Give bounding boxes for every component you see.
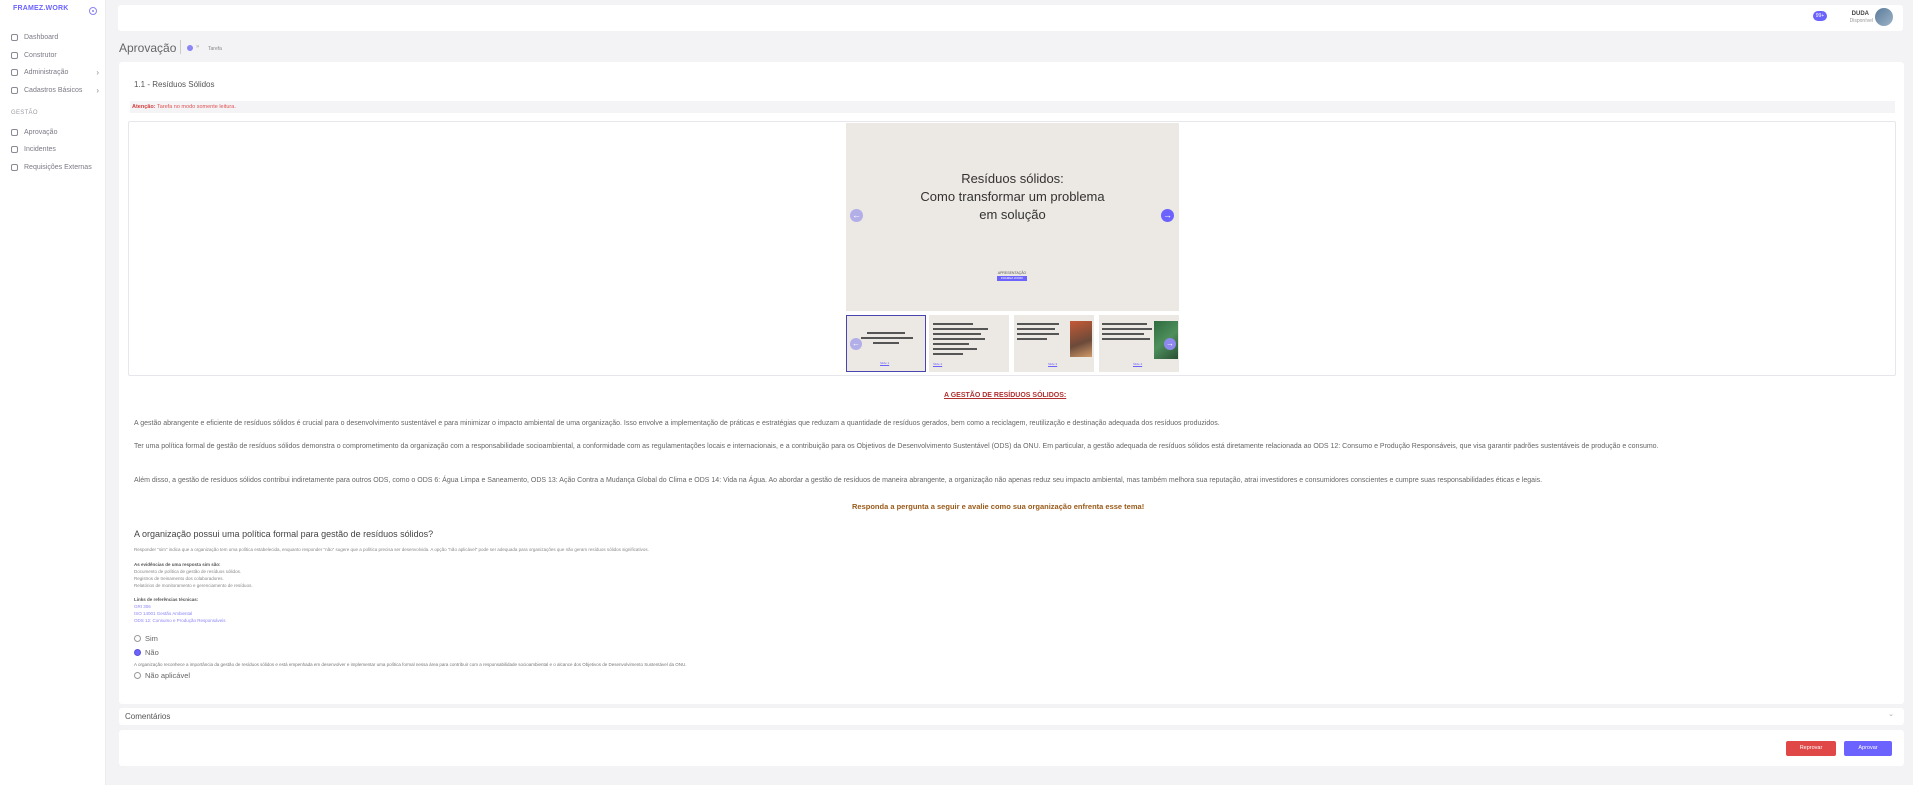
thumbnails-next-button[interactable]: → <box>1164 338 1176 350</box>
reference-link[interactable]: ODS 12: Consumo e Produção Responsáveis <box>134 618 226 623</box>
thumbnails-previous-button[interactable]: ← <box>850 338 862 350</box>
references-heading: Links de referências técnicas: <box>134 597 199 602</box>
slide-title-line: Resíduos sólidos: <box>961 171 1064 186</box>
thumbnail-label: Slide 3 <box>1048 362 1058 366</box>
slide-title-line: Como transformar um problema <box>920 189 1105 204</box>
radio-icon <box>134 635 141 642</box>
option-label: Não aplicável <box>145 671 191 680</box>
user-name[interactable]: DUDA <box>1852 11 1869 17</box>
sidebar-item-incidentes[interactable]: Incidentes <box>11 143 99 155</box>
approve-button[interactable]: Aprovar <box>1844 741 1892 756</box>
slide-logo-top: APRESENTAÇÃO <box>997 271 1027 275</box>
option-nao[interactable]: Não <box>134 648 159 657</box>
top-bar: 99+ DUDA Disponível <box>118 5 1903 31</box>
user-status: Disponível <box>1849 18 1873 24</box>
task-title: 1.1 - Resíduos Sólidos <box>134 80 215 89</box>
registry-icon <box>11 86 18 94</box>
sidebar-item-label: Construtor <box>24 51 57 59</box>
approval-icon <box>11 128 18 136</box>
sidebar-item-label: Cadastros Básicos <box>24 86 83 94</box>
sidebar-item-label: Aprovação <box>24 128 58 136</box>
read-only-alert: Atenção: Tarefa no modo somente leitura. <box>130 101 1895 113</box>
sidebar-item-label: Requisições Externas <box>24 163 92 171</box>
evidence-item: Registros de treinamento dos colaborador… <box>134 576 224 581</box>
section-heading: A GESTÃO DE RESÍDUOS SÓLIDOS: <box>944 392 1067 399</box>
sidebar-item-construtor[interactable]: Construtor <box>11 49 99 61</box>
breadcrumb[interactable]: Tarefa <box>208 46 222 52</box>
thumbnail-label: Slide 2 <box>933 362 943 366</box>
sidebar-section-label: GESTÃO <box>11 110 38 116</box>
comments-panel[interactable]: Comentários ⌄ <box>119 708 1904 725</box>
option-nao-aplicavel[interactable]: Não aplicável <box>134 671 190 680</box>
dashboard-icon <box>11 33 18 41</box>
chevron-right-icon: › <box>96 86 99 95</box>
app-logo[interactable]: FRAMEZ.WORK <box>13 5 68 12</box>
evidence-item: Relatórios de monitoramento e gerenciame… <box>134 583 253 588</box>
sidebar-item-dashboard[interactable]: Dashboard <box>11 31 99 43</box>
slide-logo: APRESENTAÇÃO FRAMEZ.WORK <box>997 271 1027 283</box>
home-icon[interactable] <box>187 45 193 51</box>
question-text: A organização possui uma política formal… <box>134 529 434 539</box>
radio-icon <box>134 672 141 679</box>
reject-button[interactable]: Reprovar <box>1786 741 1836 756</box>
title-divider <box>180 40 181 54</box>
slide-thumbnail-3[interactable]: Slide 3 <box>1014 315 1094 372</box>
slide-thumbnail-2[interactable]: Slide 2 <box>929 315 1009 372</box>
chevron-right-icon: › <box>96 68 99 77</box>
alert-text: Tarefa no modo somente leitura. <box>156 104 236 110</box>
sidebar: FRAMEZ.WORK Dashboard Construtor Adminis… <box>0 0 106 785</box>
paragraph: Ter uma política formal de gestão de res… <box>134 443 1659 450</box>
sidebar-item-label: Administração <box>24 68 69 76</box>
sidebar-item-administracao[interactable]: Administração › <box>11 66 99 78</box>
notification-badge[interactable]: 99+ <box>1813 11 1827 21</box>
breadcrumb-separator-icon: » <box>196 44 200 50</box>
call-to-action: Responda a pergunta a seguir e avalie co… <box>852 502 1145 511</box>
slide-title-line: em solução <box>979 207 1046 222</box>
current-slide: Resíduos sólidos: Como transformar um pr… <box>846 123 1179 311</box>
thumbnail-label: Slide 1 <box>880 361 890 365</box>
thumbnail-label: Slide 4 <box>1133 362 1143 366</box>
previous-slide-button[interactable]: ← <box>850 209 863 222</box>
sidebar-item-cadastros[interactable]: Cadastros Básicos › <box>11 84 99 96</box>
slide-logo-bottom: FRAMEZ.WORK <box>997 276 1027 281</box>
selected-option-description: A organização reconhece a importância da… <box>134 662 687 667</box>
question-help: Responder "sim" indica que a organização… <box>134 547 649 552</box>
incidents-icon <box>11 145 18 153</box>
sidebar-item-aprovacao[interactable]: Aprovação <box>11 126 99 138</box>
builder-icon <box>11 51 18 59</box>
chevron-down-icon: ⌄ <box>1888 711 1894 718</box>
sidebar-toggle-icon[interactable] <box>89 7 97 15</box>
reference-link[interactable]: GRI 306 <box>134 604 151 609</box>
option-label: Não <box>145 648 159 657</box>
admin-icon <box>11 68 18 76</box>
slide-image <box>1070 321 1092 357</box>
avatar[interactable] <box>1875 8 1893 26</box>
sidebar-item-label: Incidentes <box>24 145 56 153</box>
alert-label: Atenção: <box>132 104 156 110</box>
paragraph: A gestão abrangente e eficiente de resíd… <box>134 420 1220 427</box>
radio-selected-icon <box>134 649 141 656</box>
evidence-item: Documento de política de gestão de resíd… <box>134 569 242 574</box>
option-label: Sim <box>145 634 158 643</box>
paragraph: Além disso, a gestão de resíduos sólidos… <box>134 477 1543 484</box>
slide-title: Resíduos sólidos: Como transformar um pr… <box>846 170 1179 224</box>
requests-icon <box>11 163 18 171</box>
option-sim[interactable]: Sim <box>134 634 158 643</box>
comments-label: Comentários <box>125 712 171 721</box>
next-slide-button[interactable]: → <box>1161 209 1174 222</box>
evidence-heading: As evidências de uma resposta sim são: <box>134 562 221 567</box>
reference-link[interactable]: ISO 14001 Gestão Ambiental <box>134 611 192 616</box>
page-title: Aprovação <box>119 41 177 55</box>
sidebar-item-label: Dashboard <box>24 33 59 41</box>
action-footer <box>119 730 1904 766</box>
sidebar-item-requisicoes[interactable]: Requisições Externas <box>11 161 99 173</box>
